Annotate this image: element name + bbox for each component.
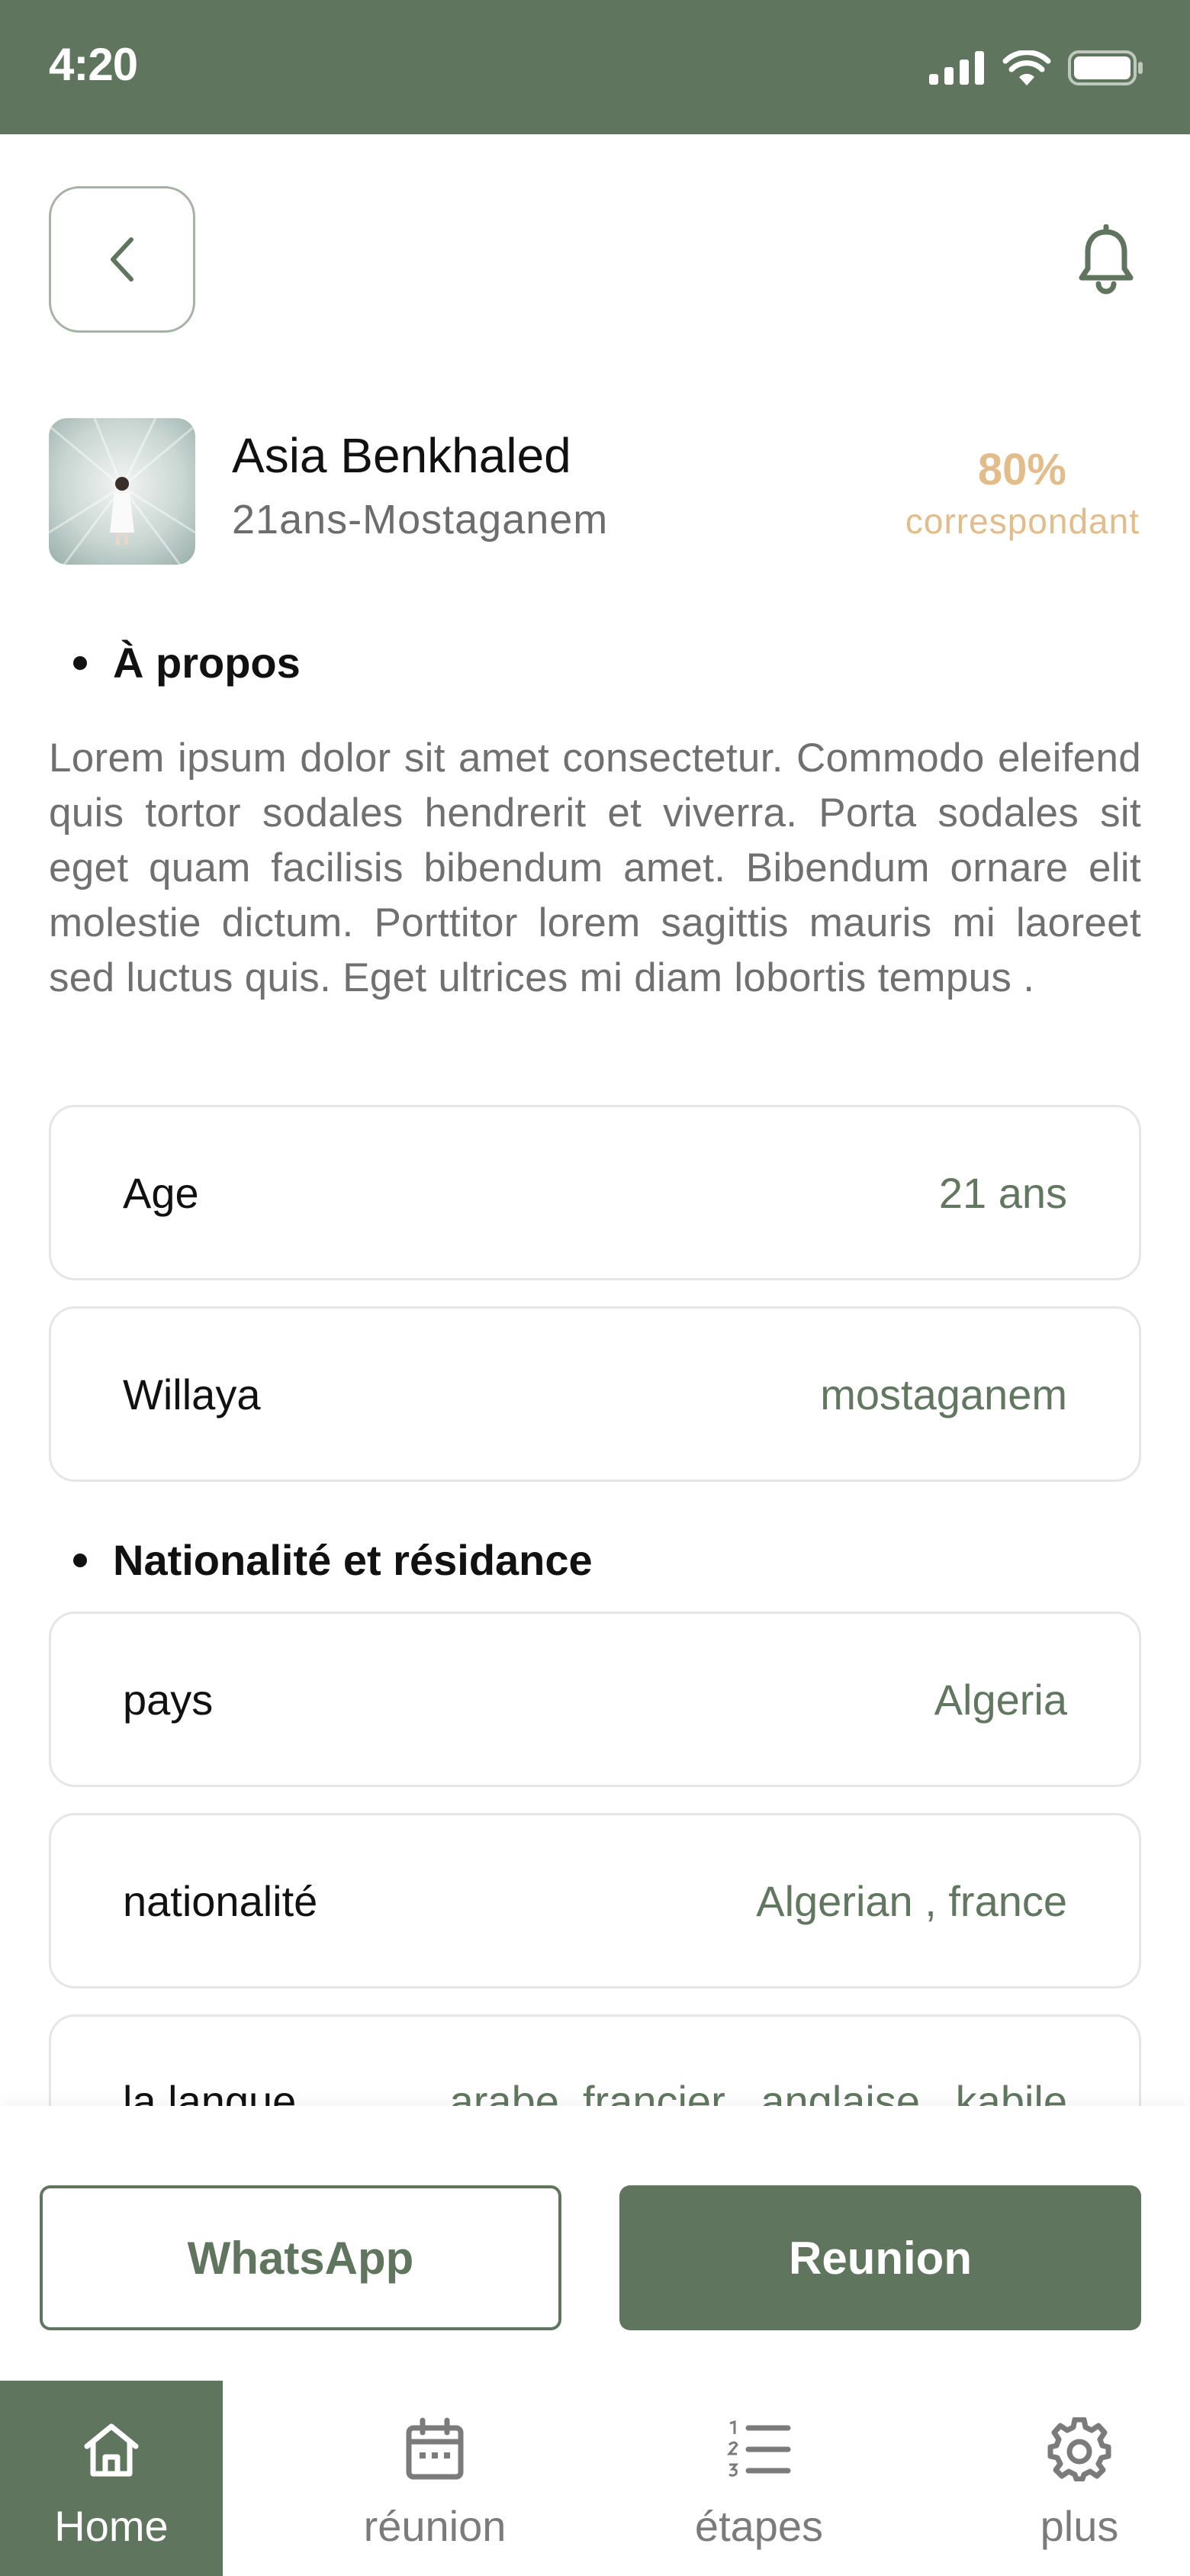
info-label: Age [123, 1168, 199, 1217]
info-card-age: Age 21 ans [49, 1105, 1141, 1280]
info-value: Algeria [934, 1675, 1067, 1724]
match-label: correspondant [905, 501, 1140, 541]
calendar-icon [406, 2417, 464, 2480]
info-value: Algerian , france [756, 1876, 1067, 1925]
gear-icon [1047, 2417, 1111, 2481]
status-bar: 4:20 [0, 0, 1190, 134]
status-time: 4:20 [49, 39, 138, 90]
home-icon [84, 2423, 139, 2477]
match-percent: 80% [977, 445, 1066, 494]
tab-label: plus [1040, 2502, 1119, 2550]
info-card-pays: pays Algeria [49, 1612, 1141, 1787]
bullet-icon [73, 655, 87, 670]
tab-label: étapes [694, 2502, 824, 2550]
tab-label: Home [54, 2502, 169, 2550]
avatar[interactable] [49, 418, 195, 565]
signal-icon [929, 51, 984, 85]
tab-reunion[interactable]: réunion [320, 2381, 549, 2576]
profile-name: Asia Benkhaled [232, 428, 571, 483]
bell-icon[interactable] [1071, 224, 1141, 295]
tab-plus[interactable]: plus [969, 2381, 1190, 2576]
info-value: 21 ans [938, 1168, 1067, 1217]
chevron-left-icon [111, 237, 133, 282]
info-card-willaya: Willaya mostaganem [49, 1306, 1141, 1482]
wifi-icon [1002, 50, 1051, 85]
info-value: mostaganem [820, 1370, 1067, 1418]
tab-etapes[interactable]: étapes [648, 2381, 870, 2576]
info-label: nationalité [123, 1876, 318, 1925]
tab-bar: Home réunion étapes plus [0, 2381, 1190, 2576]
tab-label: réunion [363, 2502, 507, 2550]
status-icons [929, 50, 1144, 85]
whatsapp-button[interactable]: WhatsApp [40, 2185, 561, 2330]
profile-subtitle: 21ans-Mostaganem [232, 497, 609, 543]
info-label: Willaya [123, 1370, 261, 1418]
info-card-nationalite: nationalité Algerian , france [49, 1813, 1141, 1988]
nationality-title: Nationalité et résidance [73, 1535, 593, 1585]
list-numbered-icon [727, 2420, 791, 2477]
tab-home[interactable]: Home [0, 2381, 223, 2576]
battery-icon [1068, 50, 1143, 85]
reunion-button[interactable]: Reunion [619, 2185, 1141, 2330]
about-title: À propos [73, 638, 301, 687]
info-label: pays [123, 1675, 214, 1724]
back-button[interactable] [49, 186, 195, 333]
about-text: Lorem ipsum dolor sit amet consectetur. … [49, 736, 1141, 1000]
bullet-icon [73, 1553, 87, 1567]
